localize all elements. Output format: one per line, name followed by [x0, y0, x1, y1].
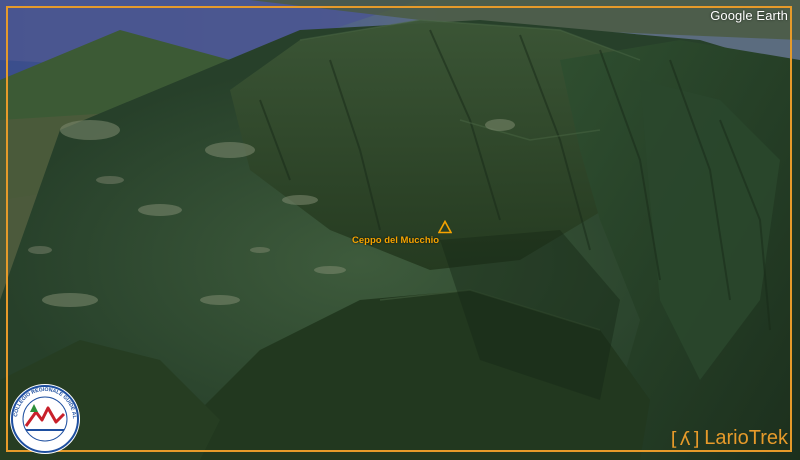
guide-alpine-seal-icon: COLLEGIO REGIONALE GUIDE ALPINE LOMBARDI… — [8, 382, 80, 454]
triangle-peak-icon[interactable] — [438, 220, 452, 234]
google-earth-attribution: Google Earth — [710, 8, 788, 23]
lariotrek-logo[interactable]: [ʎ] LarioTrek — [668, 427, 788, 450]
terrain-imagery[interactable] — [0, 0, 800, 460]
peak-label[interactable]: Ceppo del Mucchio — [352, 235, 439, 246]
lariotrek-name: LarioTrek — [704, 427, 788, 449]
lariotrek-symbol: [ʎ] — [667, 427, 703, 450]
